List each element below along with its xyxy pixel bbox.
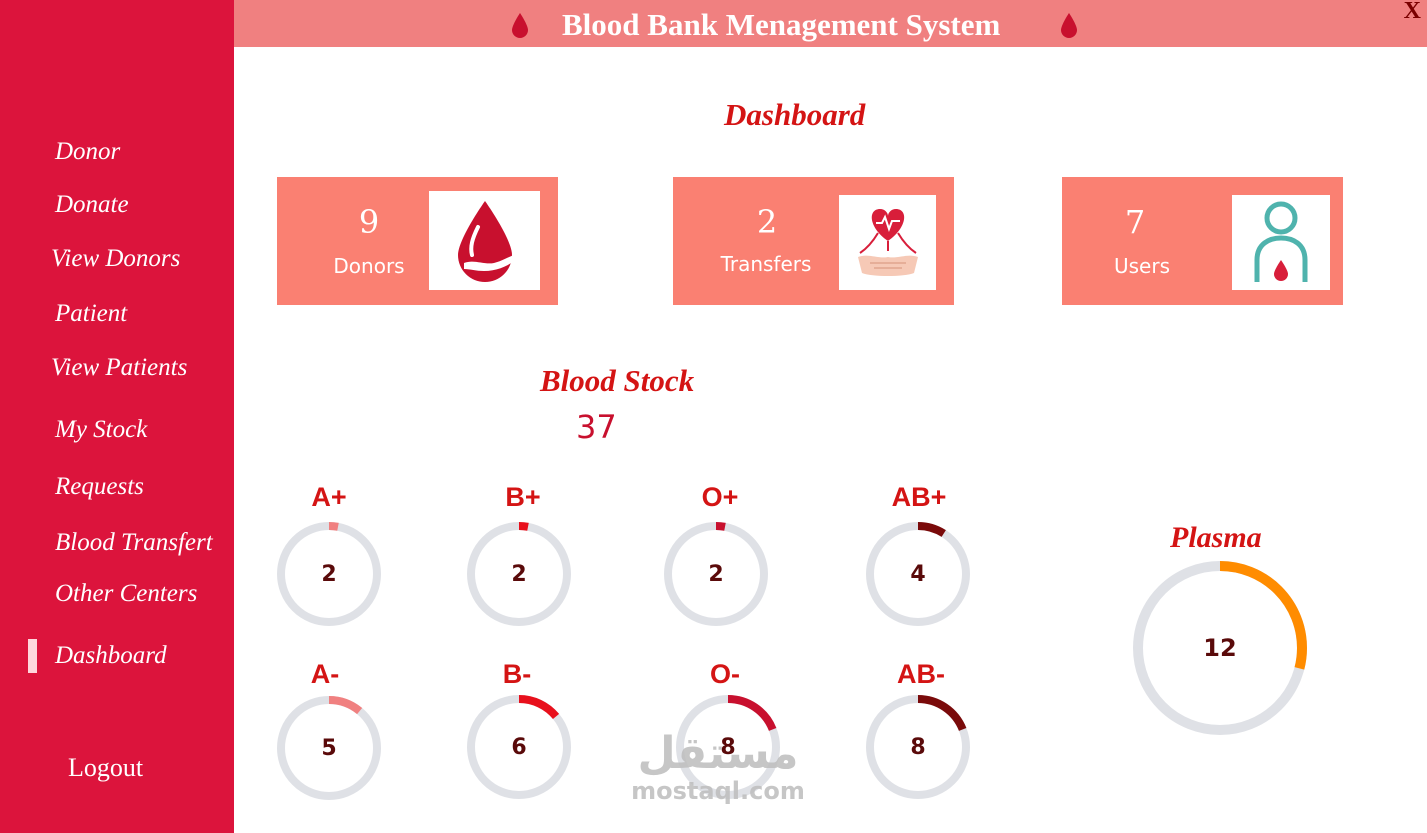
gauge-value: 8 xyxy=(910,734,926,760)
sidebar-item-other-centers[interactable]: Other Centers xyxy=(55,580,197,608)
gauge-value: 12 xyxy=(1203,634,1237,662)
blood-drop-icon xyxy=(512,13,528,38)
blood-drop-hand-icon xyxy=(429,191,540,290)
gauge-ab-neg: 8 xyxy=(865,694,971,800)
donors-count: 9 xyxy=(358,203,380,241)
watermark-logo: مستقل xyxy=(637,728,799,779)
blood-stock-heading: Blood Stock xyxy=(540,363,695,398)
users-card[interactable]: 7 Users xyxy=(1062,177,1343,305)
transfers-count: 2 xyxy=(756,203,778,241)
transfers-label: Transfers xyxy=(720,252,812,276)
plasma-heading: Plasma xyxy=(1170,521,1262,554)
gauge-b-neg: 6 xyxy=(466,694,572,800)
group-label-o-pos: O+ xyxy=(701,482,739,512)
sidebar-item-view-donors[interactable]: View Donors xyxy=(51,245,180,273)
title-bar: Blood Bank Menagement System X xyxy=(234,0,1427,47)
watermark: مستقل mostaql.com xyxy=(628,728,808,805)
gauge-a-pos: 2 xyxy=(276,521,382,627)
gauge-o-pos: 2 xyxy=(663,521,769,627)
active-item-indicator xyxy=(28,639,37,673)
donors-card[interactable]: 9 Donors xyxy=(277,177,558,305)
gauge-b-pos: 2 xyxy=(466,521,572,627)
users-label: Users xyxy=(1113,254,1170,278)
gauge-plasma: 12 xyxy=(1132,560,1308,736)
gauge-value: 4 xyxy=(910,561,926,587)
sidebar-item-requests[interactable]: Requests xyxy=(55,473,144,501)
blood-drop-icon xyxy=(1061,13,1077,38)
group-label-a-pos: A+ xyxy=(311,482,347,512)
gauge-value: 2 xyxy=(708,561,724,587)
group-label-ab-neg: AB- xyxy=(897,659,945,689)
sidebar-item-donor[interactable]: Donor xyxy=(55,138,120,166)
gauge-value: 5 xyxy=(321,735,337,761)
gauge-value: 2 xyxy=(511,561,527,587)
gauge-value: 2 xyxy=(321,561,337,587)
sidebar-item-view-patients[interactable]: View Patients xyxy=(51,354,187,382)
gauge-a-neg: 5 xyxy=(276,695,382,801)
sidebar-item-my-stock[interactable]: My Stock xyxy=(55,416,147,444)
donors-label: Donors xyxy=(333,254,405,278)
sidebar-item-dashboard[interactable]: Dashboard xyxy=(55,642,167,670)
page-title: Dashboard xyxy=(724,97,866,132)
group-label-a-neg: A- xyxy=(310,659,340,689)
app-title: Blood Bank Menagement System xyxy=(562,7,1001,42)
logout-button[interactable]: Logout xyxy=(68,753,143,783)
heart-handshake-icon xyxy=(839,195,936,290)
user-blood-icon xyxy=(1232,195,1330,290)
transfers-card[interactable]: 2 Transfers xyxy=(673,177,954,305)
gauge-value: 6 xyxy=(511,734,527,760)
group-label-b-pos: B+ xyxy=(505,482,541,512)
watermark-url: mostaql.com xyxy=(631,777,805,805)
users-count: 7 xyxy=(1124,203,1146,241)
sidebar-item-patient[interactable]: Patient xyxy=(55,300,127,328)
sidebar-item-blood-transfert[interactable]: Blood Transfert xyxy=(55,529,213,557)
group-label-o-neg: O- xyxy=(710,659,740,689)
group-label-b-neg: B- xyxy=(502,659,532,689)
blood-stock-total: 37 xyxy=(576,408,617,446)
group-label-ab-pos: AB+ xyxy=(891,482,947,512)
gauge-ab-pos: 4 xyxy=(865,521,971,627)
close-button[interactable]: X xyxy=(1404,0,1421,25)
sidebar: Donor Donate View Donors Patient View Pa… xyxy=(0,0,234,833)
sidebar-item-donate[interactable]: Donate xyxy=(55,191,129,219)
